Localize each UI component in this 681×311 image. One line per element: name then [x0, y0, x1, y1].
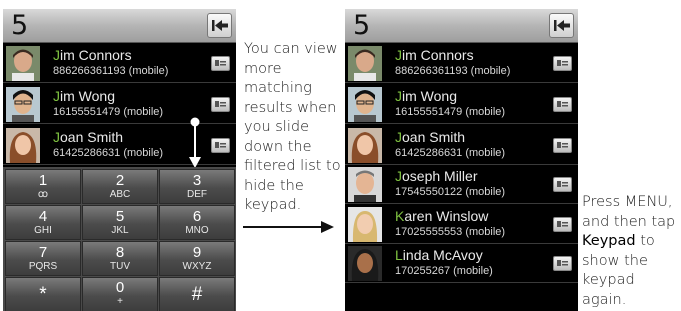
contact-row[interactable]: Karen Winslow 17025555553 (mobile) [345, 205, 578, 244]
contact-photo [348, 167, 382, 202]
caption-show-keypad: Press MENU, and then tap Keypad to show … [582, 194, 676, 308]
contact-photo [6, 87, 40, 122]
key-star[interactable]: * [5, 277, 81, 311]
key-5[interactable]: 5 JKL [82, 205, 158, 240]
keypad-keyword: Keypad [582, 233, 636, 249]
contact-row[interactable]: Linda McAvoy 170255267 (mobile) [345, 244, 578, 283]
contact-photo [348, 87, 382, 122]
contact-row[interactable]: Jim Connors 886266361193 (mobile) [3, 44, 236, 83]
right-arrow-icon [243, 221, 334, 233]
phone-screen-left: 5 Jim Connors 886266361193 (mobile) Jim … [3, 9, 236, 311]
contact-number: 17545550122 (mobile) [395, 186, 506, 198]
key-4[interactable]: 4 GHI [5, 205, 81, 240]
slide-down-arrow-icon [189, 117, 201, 168]
contact-card-icon[interactable] [211, 138, 230, 153]
dialer-header: 5 [3, 9, 236, 43]
contact-photo [348, 46, 382, 81]
contact-name: Joseph Miller [395, 168, 478, 184]
contact-number: 886266361193 (mobile) [395, 65, 511, 77]
contact-number: 61425286631 (mobile) [53, 147, 164, 159]
backspace-button[interactable] [207, 13, 232, 38]
contact-row[interactable]: Jim Wong 16155551479 (mobile) [345, 85, 578, 124]
contact-card-icon[interactable] [553, 138, 572, 153]
dialer-header: 5 [345, 9, 578, 43]
contact-name: Jim Connors [395, 47, 474, 63]
backspace-button[interactable] [549, 13, 574, 38]
contact-row[interactable]: Joseph Miller 17545550122 (mobile) [345, 165, 578, 204]
contact-number: 61425286631 (mobile) [395, 147, 506, 159]
key-hash[interactable]: # [159, 277, 235, 311]
contact-number: 16155551479 (mobile) [53, 106, 164, 118]
key-6[interactable]: 6 MNO [159, 205, 235, 240]
voicemail-icon: ꝏ [37, 189, 49, 200]
contact-card-icon[interactable] [553, 217, 572, 232]
dial-keypad: 1ꝏ 2 ABC 3 DEF 4 GHI 5 JKL 6 MNO 7 PQRS 8 TUV 9… [3, 167, 236, 311]
backspace-icon [212, 20, 228, 31]
contact-number: 170255267 (mobile) [395, 265, 493, 277]
phone-screen-right: 5 Jim Connors 886266361193 (mobile) Jim … [345, 9, 578, 311]
contact-card-icon[interactable] [211, 56, 230, 71]
key-0[interactable]: 0 + [82, 277, 158, 311]
contact-card-icon[interactable] [553, 177, 572, 192]
contact-photo [348, 246, 382, 281]
contact-row[interactable]: Jim Connors 886266361193 (mobile) [345, 44, 578, 83]
contact-card-icon[interactable] [211, 97, 230, 112]
contact-name: Jim Wong [53, 88, 115, 104]
key-3[interactable]: 3 DEF [159, 169, 235, 204]
contact-name: Karen Winslow [395, 208, 489, 224]
contact-card-icon[interactable] [553, 97, 572, 112]
dialed-number: 5 [11, 10, 29, 41]
key-1[interactable]: 1ꝏ [5, 169, 81, 204]
dialed-number: 5 [353, 10, 371, 41]
caption-slide-down: You can view more matching results when … [244, 41, 341, 213]
contact-photo [348, 207, 382, 242]
contact-number: 886266361193 (mobile) [53, 65, 169, 77]
contact-name: Joan Smith [395, 129, 466, 145]
contact-card-icon[interactable] [553, 256, 572, 271]
contact-photo [6, 46, 40, 81]
contact-row[interactable]: Joan Smith 61425286631 (mobile) [345, 126, 578, 165]
contact-photo [348, 128, 382, 163]
contact-photo [6, 128, 40, 163]
key-2[interactable]: 2 ABC [82, 169, 158, 204]
key-8[interactable]: 8 TUV [82, 241, 158, 276]
backspace-icon [554, 20, 570, 31]
key-9[interactable]: 9 WXYZ [159, 241, 235, 276]
contact-name: Linda McAvoy [395, 247, 483, 263]
contact-name: Jim Connors [53, 47, 132, 63]
key-7[interactable]: 7 PQRS [5, 241, 81, 276]
contact-card-icon[interactable] [553, 56, 572, 71]
contact-name: Jim Wong [395, 88, 457, 104]
contact-number: 17025555553 (mobile) [395, 226, 506, 238]
contact-name: Joan Smith [53, 129, 124, 145]
contact-number: 16155551479 (mobile) [395, 106, 506, 118]
